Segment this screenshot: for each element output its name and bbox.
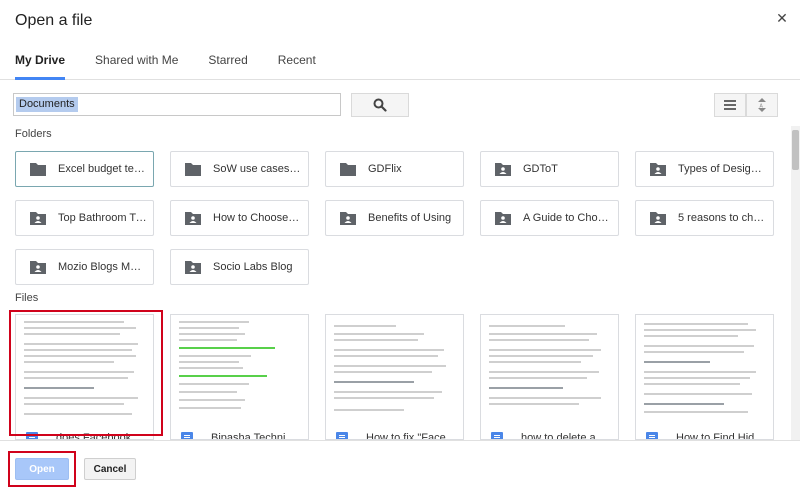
file-name: does Facebook automatically bbox=[56, 432, 147, 440]
search-input[interactable] bbox=[14, 94, 340, 115]
folder-item[interactable]: GDFlix bbox=[325, 151, 464, 187]
file-item[interactable]: how to delete a Facebook bbox=[480, 314, 619, 440]
folder-name: 5 reasons to choose bbox=[678, 212, 767, 224]
cancel-button[interactable]: Cancel bbox=[84, 458, 136, 480]
tab-my-drive[interactable]: My Drive bbox=[0, 48, 80, 80]
scrollbar-thumb[interactable] bbox=[792, 130, 799, 170]
folder-icon bbox=[30, 163, 46, 176]
folder-item[interactable]: Socio Labs Blog bbox=[170, 249, 309, 285]
shared-folder-icon bbox=[30, 261, 46, 274]
folder-name: Socio Labs Blog bbox=[213, 261, 293, 273]
file-item[interactable]: does Facebook automatically bbox=[15, 314, 154, 440]
search-button[interactable] bbox=[351, 93, 409, 117]
shared-folder-icon bbox=[340, 212, 356, 225]
file-thumbnail bbox=[16, 315, 153, 423]
dialog-header: Open a file ✕ My Drive Shared with Me St… bbox=[0, 0, 800, 80]
tab-recent[interactable]: Recent bbox=[263, 48, 331, 80]
file-thumbnail bbox=[481, 315, 618, 423]
file-thumbnail bbox=[171, 315, 308, 423]
folder-name: Mozio Blogs March bbox=[58, 261, 147, 273]
vertical-scrollbar[interactable] bbox=[791, 126, 800, 440]
folder-item[interactable]: Types of Designers bbox=[635, 151, 774, 187]
folder-item[interactable]: Mozio Blogs March bbox=[15, 249, 154, 285]
folder-name: Types of Designers bbox=[678, 163, 767, 175]
sort-button[interactable]: A bbox=[746, 93, 778, 117]
dialog-title: Open a file bbox=[15, 12, 93, 29]
shared-folder-icon bbox=[185, 212, 201, 225]
file-name: How to fix "Facebook bbox=[366, 432, 457, 440]
tab-starred[interactable]: Starred bbox=[193, 48, 262, 80]
tab-bar: My Drive Shared with Me Starred Recent bbox=[0, 48, 331, 80]
shared-folder-icon bbox=[495, 163, 511, 176]
search-icon bbox=[373, 98, 387, 112]
file-thumbnail bbox=[636, 315, 773, 423]
file-thumbnail bbox=[326, 315, 463, 423]
sort-icon: A bbox=[758, 98, 766, 112]
file-item[interactable]: How to fix "Facebook bbox=[325, 314, 464, 440]
folder-name: Excel budget templates bbox=[58, 163, 147, 175]
folder-name: Top Bathroom Trends bbox=[58, 212, 147, 224]
folder-name: A Guide to Choosing bbox=[523, 212, 612, 224]
folder-icon bbox=[185, 163, 201, 176]
list-view-button[interactable] bbox=[714, 93, 746, 117]
file-item[interactable]: Bipasha Technipages bbox=[170, 314, 309, 440]
doc-icon bbox=[646, 432, 658, 439]
open-button[interactable]: Open bbox=[15, 458, 69, 480]
folder-name: GDFlix bbox=[368, 163, 402, 175]
doc-icon bbox=[181, 432, 193, 439]
folder-name: SoW use cases and bbox=[213, 163, 302, 175]
file-name: How to Find Hidden bbox=[676, 432, 767, 440]
doc-icon bbox=[336, 432, 348, 439]
folder-name: GDToT bbox=[523, 163, 558, 175]
shared-folder-icon bbox=[30, 212, 46, 225]
folder-name: Benefits of Using bbox=[368, 212, 452, 224]
file-name: Bipasha Technipages bbox=[211, 432, 302, 440]
list-view-icon bbox=[724, 100, 736, 110]
file-item[interactable]: How to Find Hidden bbox=[635, 314, 774, 440]
close-icon[interactable]: ✕ bbox=[774, 10, 790, 26]
folder-item[interactable]: 5 reasons to choose bbox=[635, 200, 774, 236]
shared-folder-icon bbox=[495, 212, 511, 225]
folder-item[interactable]: How to Choose the bbox=[170, 200, 309, 236]
folder-name: How to Choose the bbox=[213, 212, 302, 224]
shared-folder-icon bbox=[650, 212, 666, 225]
folder-icon bbox=[340, 163, 356, 176]
folder-item[interactable]: GDToT bbox=[480, 151, 619, 187]
files-heading: Files bbox=[15, 292, 39, 304]
shared-folder-icon bbox=[185, 261, 201, 274]
doc-icon bbox=[491, 432, 503, 439]
folder-item[interactable]: Benefits of Using bbox=[325, 200, 464, 236]
folder-item[interactable]: SoW use cases and bbox=[170, 151, 309, 187]
folder-item[interactable]: A Guide to Choosing bbox=[480, 200, 619, 236]
shared-folder-icon bbox=[650, 163, 666, 176]
folder-item[interactable]: Top Bathroom Trends bbox=[15, 200, 154, 236]
doc-icon bbox=[26, 432, 38, 439]
folders-heading: Folders bbox=[15, 128, 52, 140]
search-field[interactable]: Documents bbox=[13, 93, 341, 116]
tab-shared-with-me[interactable]: Shared with Me bbox=[80, 48, 193, 80]
file-name: how to delete a Facebook bbox=[521, 432, 612, 440]
folder-item[interactable]: Excel budget templates bbox=[15, 151, 154, 187]
